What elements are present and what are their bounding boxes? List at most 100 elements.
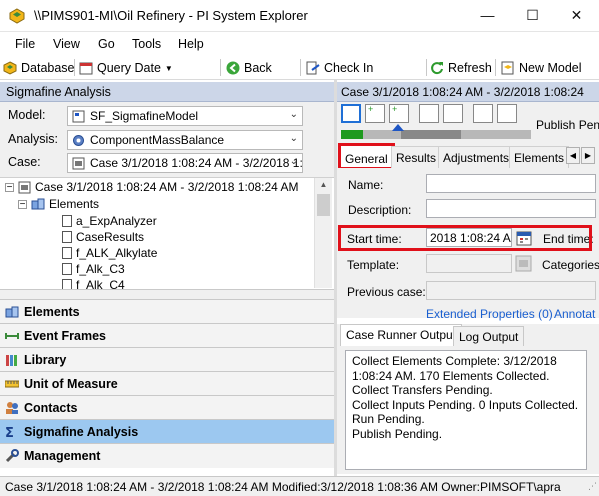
nav-contacts[interactable]: Contacts (0, 396, 334, 420)
query-date-button[interactable]: Query Date ▼ (79, 59, 173, 77)
add-icon: + (368, 104, 374, 114)
case-view-button-7[interactable] (497, 104, 517, 123)
menu-help[interactable]: Help (178, 37, 204, 51)
tree-root-case[interactable]: − Case 3/1/2018 1:08:24 AM - 3/2/2018 1:… (5, 180, 299, 194)
menu-file[interactable]: File (15, 37, 35, 51)
model-icon (72, 110, 85, 123)
chevron-down-icon: ⌄ (289, 156, 298, 167)
check-in-button[interactable]: Check In (306, 59, 373, 77)
tree-item[interactable]: f_Alk_C3 (62, 262, 125, 276)
back-button[interactable]: Back (226, 59, 272, 77)
right-pane-header: Case 3/1/2018 1:08:24 AM - 3/2/2018 1:08… (337, 82, 599, 102)
contacts-icon (6, 402, 18, 414)
nav-library[interactable]: Library (0, 348, 334, 372)
nav-contacts-label: Contacts (24, 401, 78, 415)
case-view-button-5[interactable] (443, 104, 463, 123)
database-icon (3, 61, 17, 75)
maximize-button[interactable]: ☐ (510, 0, 555, 31)
case-view-button-3[interactable]: + (389, 104, 409, 123)
nav-event-frames[interactable]: Event Frames (0, 324, 334, 348)
annotations-link[interactable]: Annotat (554, 307, 595, 321)
nav-elements-label: Elements (24, 305, 80, 319)
tab-elements[interactable]: Elements (509, 146, 570, 168)
nav-unit-of-measure[interactable]: Unit of Measure (0, 372, 334, 396)
tab-log-output[interactable]: Log Output (453, 326, 525, 346)
case-icon (18, 181, 31, 193)
tab-case-runner-output[interactable]: Case Runner Output (340, 324, 463, 346)
tree-item-label: f_ALK_Alkylate (76, 246, 158, 260)
tree-item[interactable]: f_Alk_C4 (62, 278, 125, 289)
output-panel: Collect Elements Complete: 3/12/2018 1:0… (337, 346, 599, 474)
tab-scroll-right-icon[interactable]: ▶ (581, 147, 595, 164)
pane-splitter[interactable] (0, 289, 334, 300)
template-picker-icon[interactable] (515, 255, 532, 272)
nav-management-label: Management (24, 449, 101, 463)
scroll-up-icon[interactable]: ▲ (317, 180, 330, 190)
menu-tools[interactable]: Tools (132, 37, 161, 51)
tree-item[interactable]: f_ALK_Alkylate (62, 246, 157, 260)
collapse-icon[interactable]: − (5, 182, 14, 192)
element-icon (62, 215, 72, 227)
element-icon (62, 247, 72, 259)
element-icon (62, 231, 72, 243)
menu-go[interactable]: Go (98, 37, 115, 51)
model-combo[interactable]: SF_SigmafineModel ⌄ (67, 106, 303, 126)
tree-item[interactable]: a_ExpAnalyzer (62, 214, 157, 228)
close-button[interactable]: ✕ (554, 0, 599, 31)
event-frames-icon (5, 333, 19, 339)
nav-elements[interactable]: Elements (0, 300, 334, 324)
model-value: SF_SigmafineModel (90, 109, 199, 123)
query-date-label: Query Date (97, 61, 161, 75)
extended-properties-link[interactable]: Extended Properties (0) (426, 307, 553, 321)
minimize-button[interactable]: — (465, 0, 510, 31)
refresh-button[interactable]: Refresh (430, 59, 492, 77)
scrollbar-thumb[interactable] (317, 194, 330, 216)
description-field[interactable] (426, 199, 596, 218)
case-view-button-1[interactable] (341, 104, 361, 123)
status-bar: Case 3/1/2018 1:08:24 AM - 3/2/2018 1:08… (0, 476, 599, 496)
element-icon (62, 263, 72, 275)
analysis-combo[interactable]: ComponentMassBalance ⌄ (67, 130, 303, 150)
nav-sigmafine-analysis[interactable]: Σ Sigmafine Analysis (0, 420, 334, 444)
case-view-button-2[interactable]: + (365, 104, 385, 123)
menu-bar: File View Go Tools Help (0, 33, 599, 55)
status-text: Case 3/1/2018 1:08:24 AM - 3/2/2018 1:08… (5, 480, 561, 494)
tab-general[interactable]: General (338, 143, 395, 170)
chevron-down-icon: ⌄ (289, 109, 298, 120)
tab-adjustments[interactable]: Adjustments (438, 146, 515, 168)
tree-item-label: a_ExpAnalyzer (76, 214, 157, 228)
case-view-button-6[interactable] (473, 104, 493, 123)
nav-management[interactable]: Management (0, 444, 334, 468)
nav-library-label: Library (24, 353, 67, 367)
refresh-icon (431, 62, 443, 75)
tab-results[interactable]: Results (391, 146, 442, 168)
title-bar: \\PIMS901-MI\Oil Refinery - PI System Ex… (0, 0, 599, 32)
template-label: Template: (347, 258, 400, 272)
case-combo[interactable]: Case 3/1/2018 1:08:24 AM - 3/2/2018 1: ⌄ (67, 153, 303, 173)
case-view-button-4[interactable] (419, 104, 439, 123)
template-field[interactable] (426, 254, 512, 273)
tree-item-label: CaseResults (76, 230, 145, 244)
database-button[interactable]: Database (3, 59, 75, 77)
case-toolbar: + + Publish Pend (337, 102, 599, 148)
tree-scrollbar[interactable]: ▲ (314, 178, 332, 288)
tab-scroll-left-icon[interactable]: ◀ (566, 147, 580, 164)
nav-event-frames-label: Event Frames (24, 329, 106, 343)
ruler-icon (5, 380, 19, 388)
resize-grip-icon[interactable]: ⋰ (588, 481, 597, 492)
tree-elements-folder[interactable]: − Elements (18, 197, 99, 211)
case-value: Case 3/1/2018 1:08:24 AM - 3/2/2018 1: (90, 156, 303, 170)
back-label: Back (244, 61, 272, 75)
refresh-label: Refresh (448, 61, 492, 75)
analysis-selector-panel: Model: SF_SigmafineModel ⌄ Analysis: Com… (0, 102, 334, 177)
tree-item[interactable]: CaseResults (62, 230, 144, 244)
database-label: Database (21, 61, 75, 75)
name-field[interactable] (426, 174, 596, 193)
menu-view[interactable]: View (53, 37, 80, 51)
previous-case-field[interactable] (426, 281, 596, 300)
case-tabs: General Results Adjustments Elements ◀ ▶ (337, 143, 599, 170)
new-model-button[interactable]: New Model (501, 59, 582, 77)
collapse-icon[interactable]: − (18, 199, 27, 209)
description-label: Description: (348, 203, 412, 217)
progress-run (461, 130, 531, 139)
